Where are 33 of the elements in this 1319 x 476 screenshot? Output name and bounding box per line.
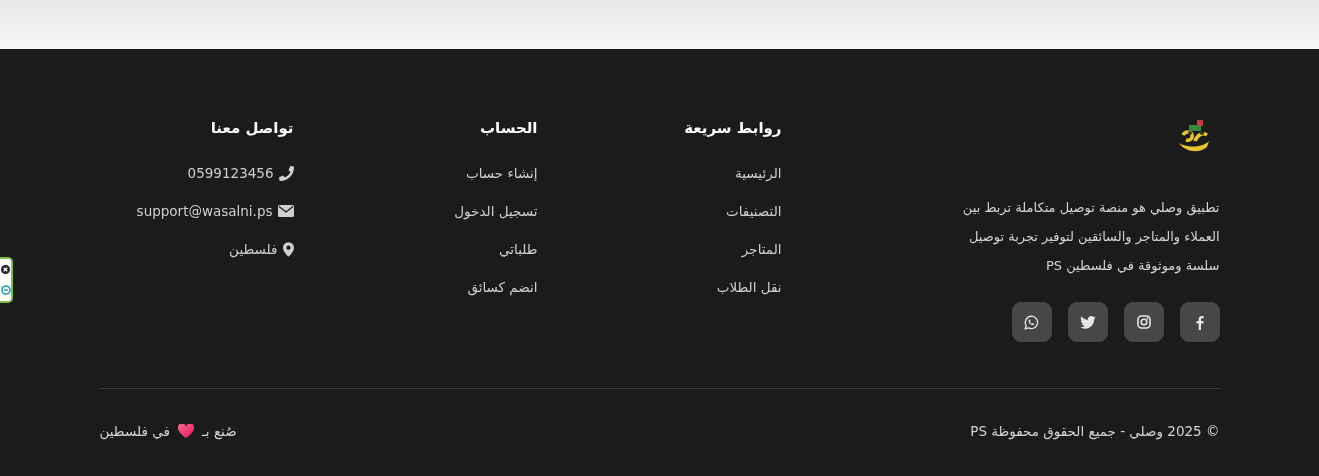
footer-link[interactable]: نقل الطلاب <box>716 277 782 297</box>
column-heading: تواصل معنا <box>209 118 294 139</box>
phone-icon <box>278 165 294 181</box>
circle-icon[interactable] <box>0 285 11 296</box>
footer-link[interactable]: تسجيل الدخول <box>454 201 538 221</box>
footer-link[interactable]: إنشاء حساب <box>466 163 538 183</box>
copyright-text: © 2025 وصلي - جميع الحقوق محفوظة PS <box>970 422 1220 442</box>
close-icon[interactable] <box>1 264 10 274</box>
footer-link[interactable]: التصنيفات <box>726 201 782 221</box>
footer-link[interactable]: انضم كسائق <box>467 277 538 297</box>
social-button[interactable] <box>1067 302 1108 342</box>
footer-link[interactable]: الرئيسية <box>735 163 782 183</box>
twitter-icon <box>1079 315 1096 329</box>
envelope-icon <box>277 205 294 217</box>
location-text: في فلسطين <box>99 422 170 442</box>
contact-text: support@wasalni.ps <box>136 202 273 221</box>
footer-link[interactable]: المتاجر <box>741 239 782 259</box>
social-button[interactable] <box>1011 302 1052 342</box>
column-heading: روابط سريعة <box>683 118 782 139</box>
made-with-text: صُنع بـ <box>201 422 237 442</box>
location-pin-icon <box>282 241 294 257</box>
facebook-icon <box>1195 314 1204 330</box>
contact-text: 0599123456 <box>187 164 274 183</box>
social-button[interactable] <box>1179 302 1220 342</box>
footer-link[interactable]: طلباتي <box>499 239 538 259</box>
instagram-icon <box>1136 315 1151 329</box>
whatsapp-icon <box>1024 314 1039 330</box>
social-button[interactable] <box>1123 302 1164 342</box>
heart-icon <box>177 424 194 439</box>
accessibility-widget[interactable] <box>0 257 13 303</box>
column-heading: الحساب <box>478 118 538 139</box>
contact-text: فلسطين <box>229 240 278 259</box>
description-text: تطبيق وصلي هو منصة توصيل متكاملة تربط بين العملاء والمتاجر والسائقين لتوفير تجربة توصيل سلسة وموثوقة في فلسطين PS <box>961 199 1220 276</box>
